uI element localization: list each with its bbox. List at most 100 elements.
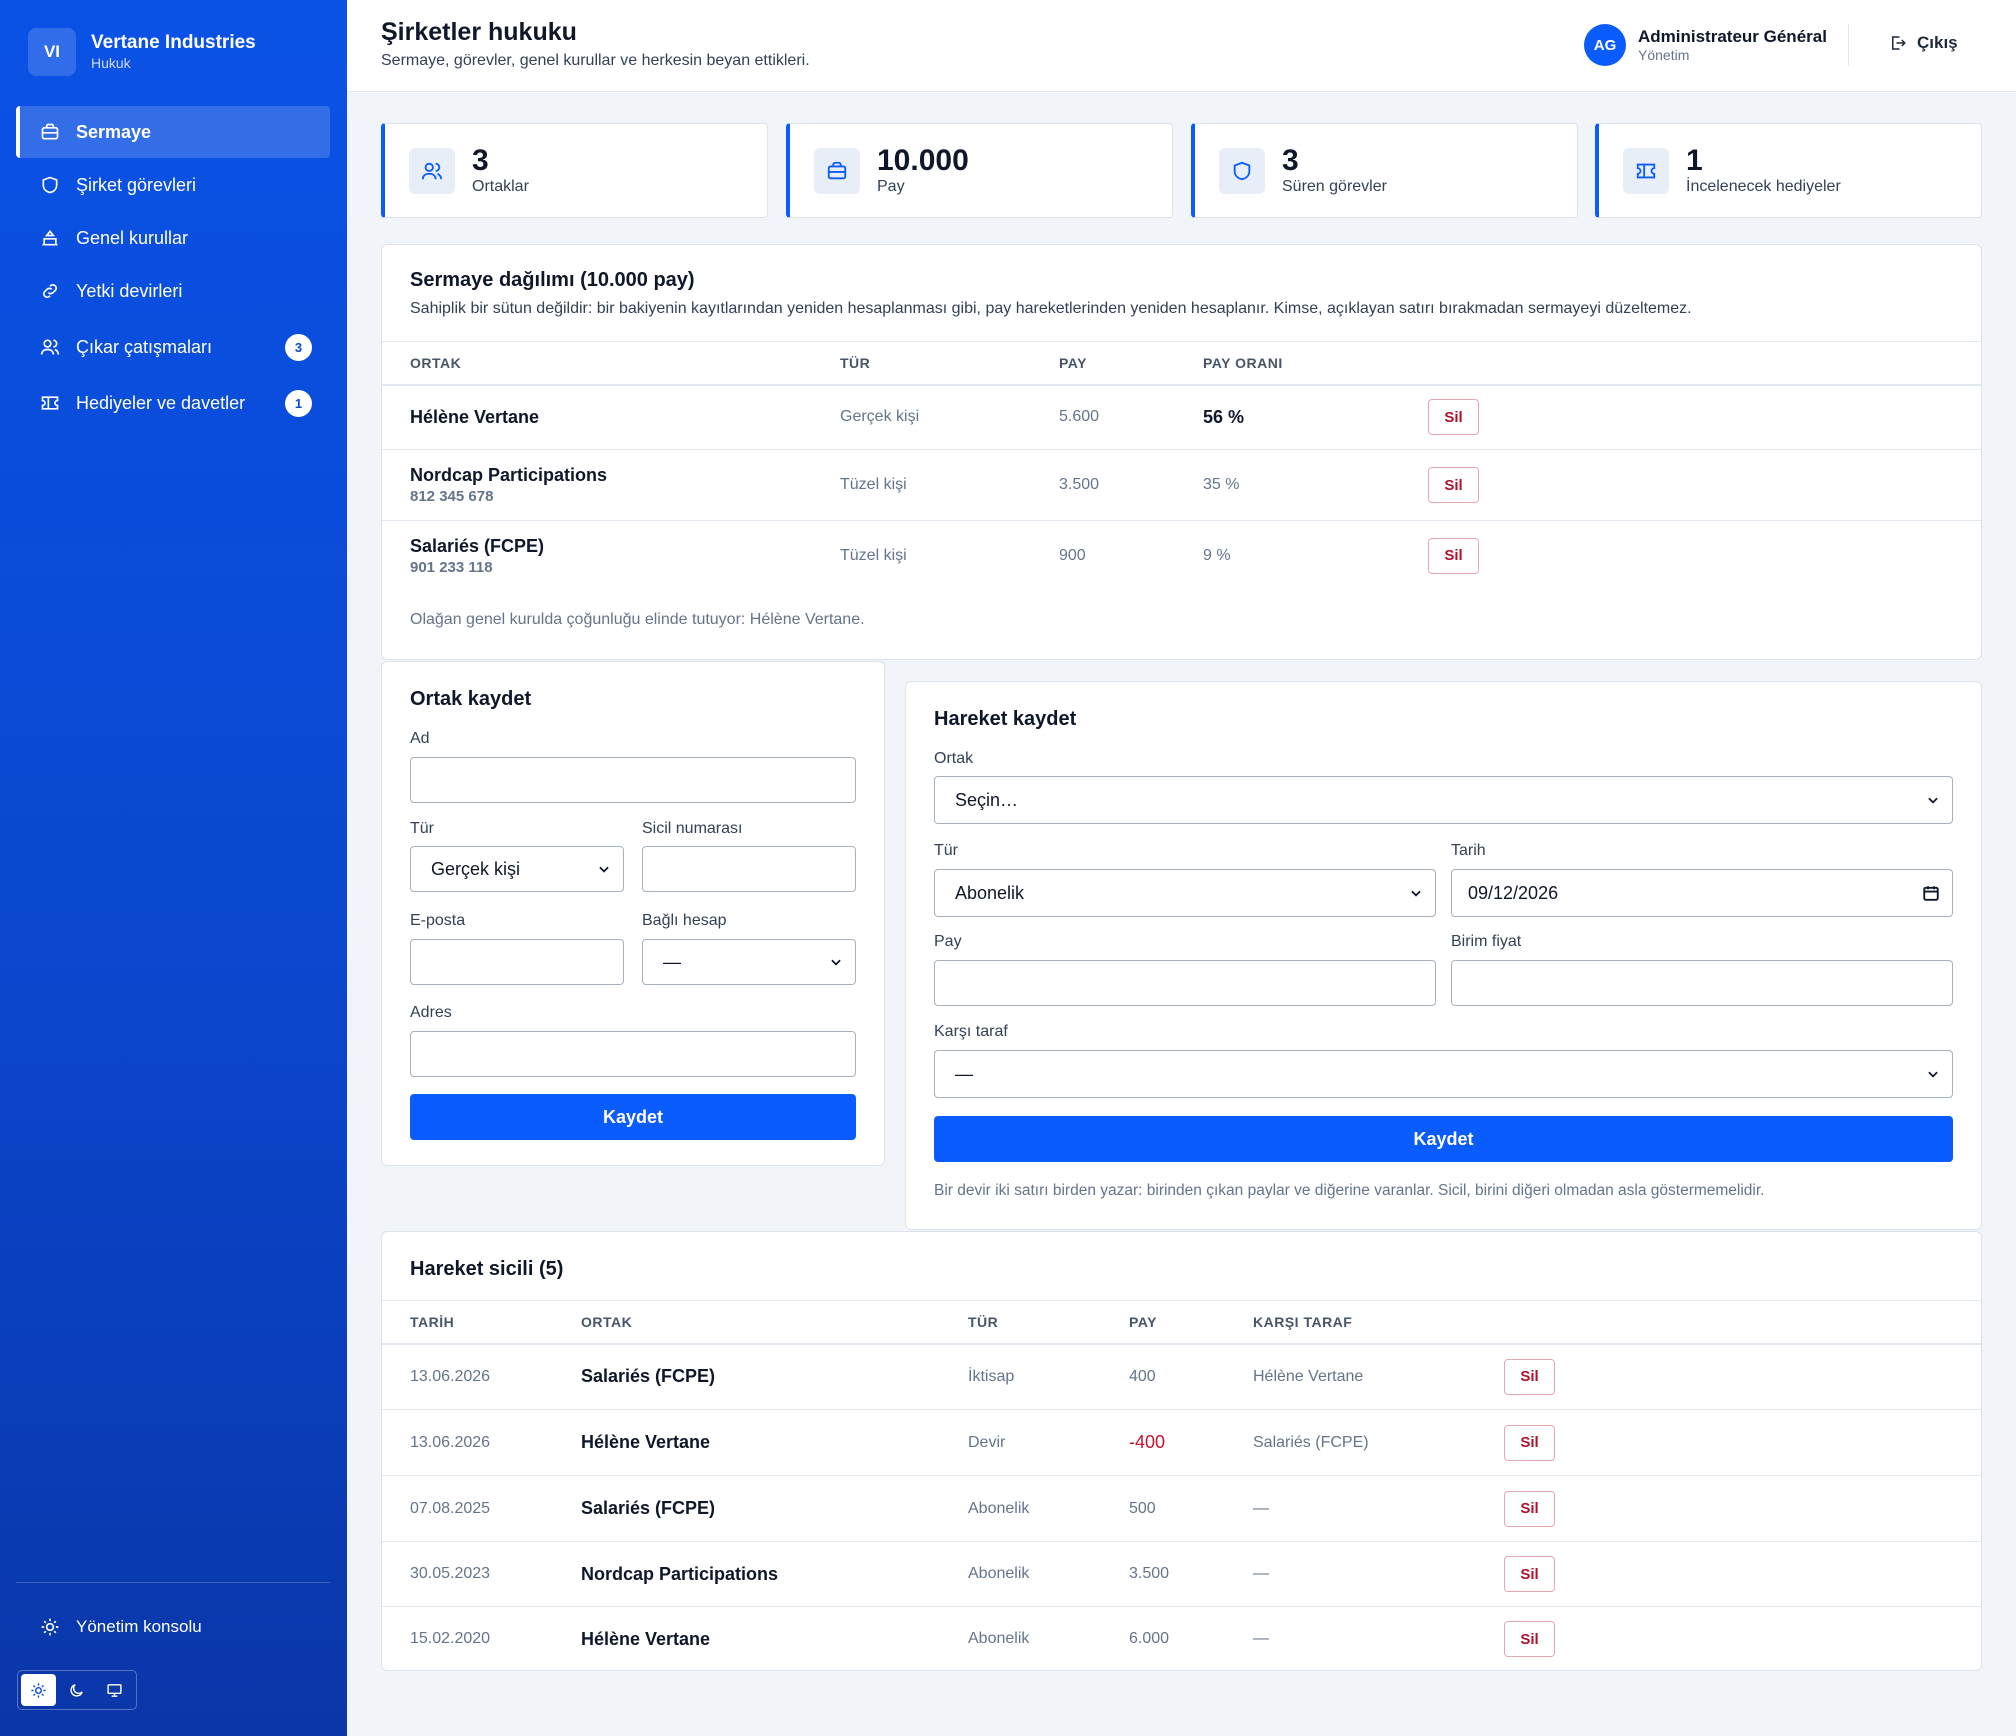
linked-account-select[interactable]: — [642,939,856,985]
save-partner-button[interactable]: Kaydet [410,1094,856,1140]
assembly-icon [42,229,58,246]
user-menu[interactable]: AG Administrateur Général Yönetim [1584,24,1827,66]
linked-account-value: — [663,951,681,972]
table-row: Hélène Vertane Gerçek kişi 5.600 56 % Si… [382,384,1981,450]
registration-label: Sicil numarası [642,820,743,837]
unit-price-input[interactable] [1451,960,1953,1006]
sidebar-item-duties[interactable]: Şirket görevleri [16,159,330,211]
page-subtitle: Sermaye, görevler, genel kurullar ve her… [381,52,810,69]
avatar: AG [1584,24,1626,66]
movement-shares: 500 [1129,1475,1253,1542]
sidebar-item-delegations[interactable]: Yetki devirleri [16,265,330,317]
movement-counterparty: — [1253,1630,1269,1648]
stat-value: 3 [472,143,489,177]
movement-form-title: Hareket kaydet [934,708,1077,730]
sun-gear-icon [41,1618,59,1636]
stat-card-gifts: 1 İncelenecek hediyeler [1595,123,1982,218]
brand[interactable]: VI Vertane Industries Hukuk [28,28,256,76]
partner-ratio: 9 % [1203,546,1231,564]
admin-console-link[interactable]: Yönetim konsolu [40,1617,202,1637]
delete-partner-button[interactable]: Sil [1428,537,1479,574]
movement-type: Devir [968,1409,1129,1476]
sidebar-item-conflicts[interactable]: Çıkar çatışmaları 3 [16,321,330,373]
movement-date: 07.08.2025 [382,1475,581,1542]
delete-movement-button[interactable]: Sil [1504,1621,1555,1658]
delete-movement-button[interactable]: Sil [1504,1358,1555,1395]
movement-date-input[interactable]: 09/12/2026 [1451,869,1953,917]
counterparty-value: — [955,1063,973,1084]
stat-card-partners: 3 Ortaklar [381,123,768,218]
theme-light-button[interactable] [21,1674,56,1706]
delete-movement-button[interactable]: Sil [1504,1556,1555,1592]
delete-partner-button[interactable]: Sil [1428,467,1479,503]
moon-icon [70,1683,83,1697]
shield-icon [1233,161,1251,180]
col-shares: PAY [1059,341,1203,386]
movement-shares: 400 [1129,1343,1253,1410]
save-movement-button[interactable]: Kaydet [934,1116,1953,1162]
theme-switcher [17,1670,137,1710]
name-label: Ad [410,730,430,747]
email-label: E-posta [410,912,466,929]
movement-note: Bir devir iki satırı birden yazar: birin… [934,1182,1765,1199]
movement-partner-select[interactable]: Seçin… [934,776,1953,824]
movement-shares-input[interactable] [934,960,1436,1006]
sidebar-item-gifts[interactable]: Hediyeler ve davetler 1 [16,377,330,429]
logout-button[interactable]: Çıkış [1889,33,1958,53]
delete-movement-button[interactable]: Sil [1504,1424,1555,1461]
col-ratio: PAY ORANI [1203,341,1428,386]
sidebar-item-sermaye[interactable]: Sermaye [16,106,330,158]
movement-shares: 6.000 [1129,1630,1170,1648]
stat-label: Süren görevler [1282,177,1387,195]
movement-type: İktisap [968,1343,1129,1410]
gifts-count-badge: 1 [285,389,312,417]
movement-date: 30.05.2023 [382,1541,581,1607]
sidebar-item-label: Şirket görevleri [76,174,197,195]
stat-value: 10.000 [877,143,969,177]
users-icon [421,162,443,179]
movement-shares: -400 [1129,1432,1166,1452]
partner-shares: 900 [1059,546,1086,564]
link-icon [43,284,57,298]
register-table: TARİH ORTAK TÜR PAY KARŞI TARAF 13.06.20… [382,1300,1981,1672]
table-row: 30.05.2023 Nordcap Participations Abonel… [382,1541,1981,1607]
sidebar-item-assemblies[interactable]: Genel kurullar [16,212,330,264]
registration-input[interactable] [642,846,856,892]
delete-partner-button[interactable]: Sil [1428,399,1479,436]
calendar-icon[interactable] [1922,884,1940,902]
user-role: Yönetim [1638,46,1690,63]
chevron-down-icon [1411,890,1421,897]
table-row: Nordcap Participations 812 345 678 Tüzel… [382,449,1981,521]
theme-dark-button[interactable] [59,1674,94,1706]
col-partner: ORTAK [581,1300,968,1345]
email-field[interactable] [410,939,624,985]
col-date: TARİH [382,1300,581,1345]
table-header-row: ORTAK TÜR PAY PAY ORANI [382,341,1981,386]
movement-partner: Nordcap Participations [581,1563,779,1584]
stat-card-duties: 3 Süren görevler [1191,123,1578,218]
logout-icon [1892,36,1906,50]
table-row: 13.06.2026 Salariés (FCPE) İktisap 400 H… [382,1343,1981,1410]
logout-label: Çıkış [1917,33,1958,52]
type-select[interactable]: Gerçek kişi [410,846,624,892]
movement-form-panel: Hareket kaydet Ortak Seçin… Tür Abonelik… [905,681,1982,1230]
theme-system-button[interactable] [97,1674,132,1706]
partner-type: Gerçek kişi [840,384,1059,450]
table-header-row: TARİH ORTAK TÜR PAY KARŞI TARAF [382,1300,1981,1345]
header-divider [1848,24,1849,66]
ticket-icon [1636,163,1656,178]
partner-name: Salariés (FCPE) [410,535,545,556]
sidebar-item-label: Genel kurullar [76,227,189,248]
movement-register-panel: Hareket sicili (5) TARİH ORTAK TÜR PAY K… [381,1231,1982,1671]
stat-label: İncelenecek hediyeler [1686,177,1841,195]
movement-type-select[interactable]: Abonelik [934,869,1436,917]
counterparty-select[interactable]: — [934,1050,1953,1098]
chevron-down-icon [831,959,841,966]
chevron-down-icon [1928,1071,1938,1078]
address-input[interactable] [410,1031,856,1077]
name-input[interactable] [410,757,856,803]
top-header: Şirketler hukuku Sermaye, görevler, gene… [347,0,2016,92]
stat-value: 3 [1282,143,1299,177]
delete-movement-button[interactable]: Sil [1504,1490,1555,1527]
briefcase-icon [41,123,59,140]
